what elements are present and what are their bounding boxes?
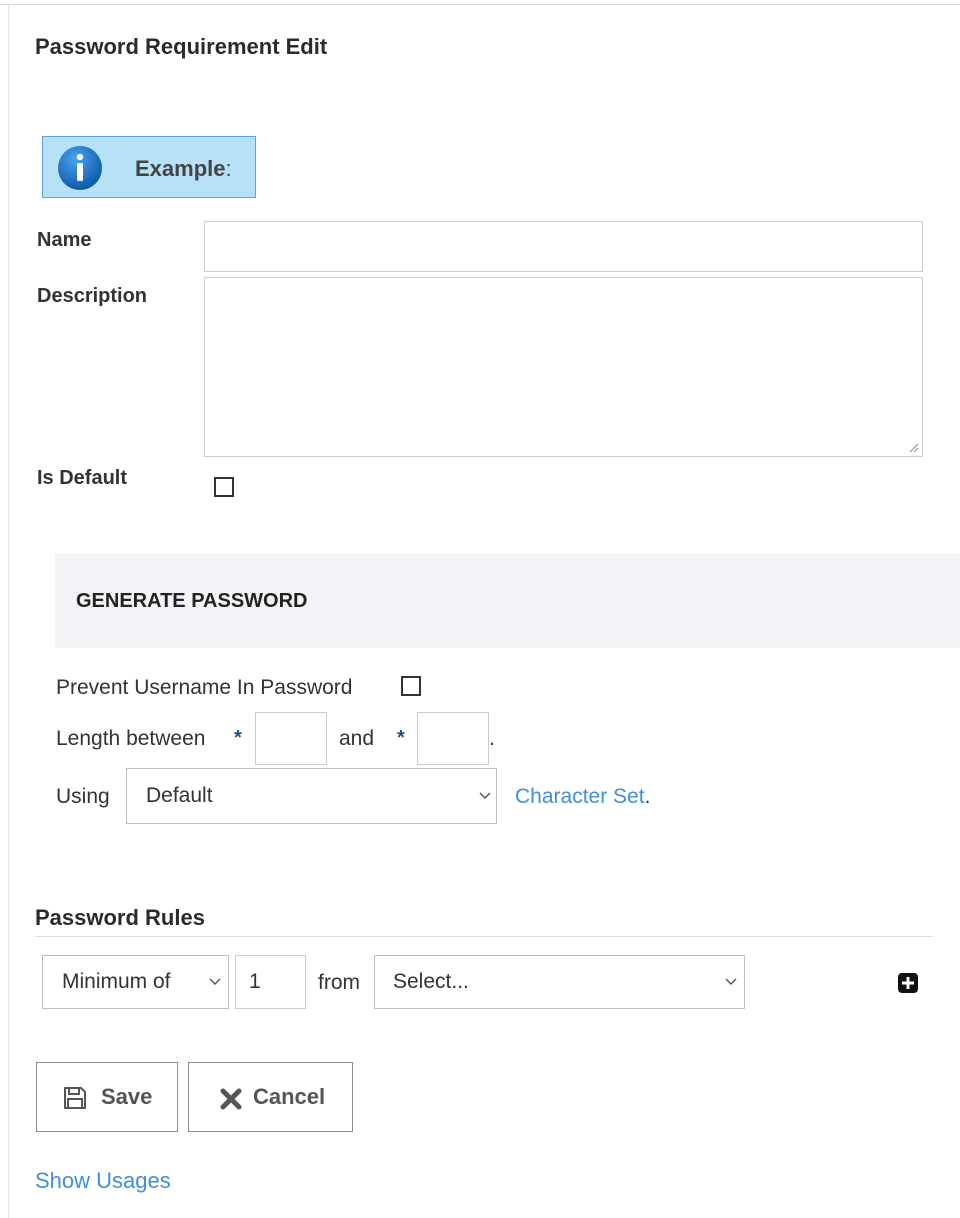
chevron-down-icon [479,792,491,799]
show-usages-link[interactable]: Show Usages [35,1168,171,1194]
required-marker-max: * [397,727,405,749]
rule-mode-selected: Minimum of [62,970,171,993]
page-title: Password Requirement Edit [35,34,328,59]
password-rules-title: Password Rules [35,905,205,930]
from-label: from [318,971,360,994]
rule-mode-select[interactable]: Minimum of [42,955,229,1009]
plus-square-icon[interactable] [897,972,919,994]
character-set-selected: Default [146,784,213,807]
length-period: . [489,727,495,750]
chevron-down-icon [209,978,221,985]
generate-password-section-header: GENERATE PASSWORD [55,554,960,648]
password-rules-divider [35,936,933,937]
resize-handle-icon[interactable] [909,443,919,453]
top-border [0,4,960,5]
cancel-button[interactable]: Cancel [188,1062,353,1132]
cancel-label: Cancel [253,1084,326,1109]
example-label: Example: [135,156,232,181]
rule-source-select[interactable]: Select... [374,955,745,1009]
rule-source-selected: Select... [393,970,469,993]
save-button[interactable]: Save [36,1062,178,1132]
name-input[interactable] [204,221,923,272]
example-info-box: Example: [42,136,256,198]
length-min-input[interactable] [255,712,327,765]
is-default-label: Is Default [37,467,128,489]
save-label: Save [101,1084,153,1109]
using-label: Using [56,785,110,808]
character-set-select[interactable]: Default [126,768,497,824]
required-marker-min: * [234,727,242,749]
floppy-disk-icon [64,1087,86,1109]
left-border [8,4,9,1218]
chevron-down-icon [725,978,737,985]
prevent-username-label: Prevent Username In Password [56,676,353,699]
x-icon [220,1088,242,1110]
and-label: and [339,727,375,750]
description-textarea[interactable] [204,277,923,457]
info-icon [58,146,102,190]
name-label: Name [37,229,92,251]
rule-count-input[interactable] [235,955,306,1009]
character-set-link[interactable]: Character Set. [515,785,650,809]
description-label: Description [37,285,148,307]
prevent-username-checkbox[interactable] [401,676,421,696]
length-between-label: Length between [56,727,206,750]
is-default-checkbox[interactable] [214,477,234,497]
generate-password-title: GENERATE PASSWORD [76,590,308,612]
length-max-input[interactable] [417,712,489,765]
